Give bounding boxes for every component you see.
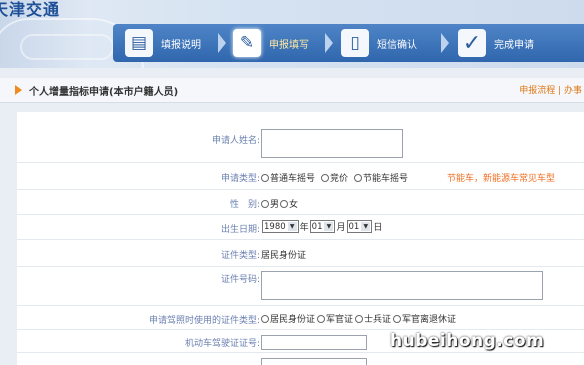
- birth-date-row: 出生日期: 1980 ▼ 年 01 ▼ 月 01 ▼ 日: [17, 215, 584, 240]
- next-row-partial: [17, 353, 584, 365]
- gender-options: 男 女: [261, 197, 304, 210]
- step-separator: [218, 33, 226, 53]
- license-number-input[interactable]: [261, 335, 367, 350]
- chevron-down-icon: ▼: [361, 222, 371, 231]
- step-instructions[interactable]: ▤ 填报说明: [125, 24, 201, 62]
- option-text: 节能车摇号: [363, 174, 409, 184]
- process-links[interactable]: 申报流程 | 办事: [519, 83, 582, 96]
- step-separator: [441, 33, 449, 53]
- license-id-type-options: 居民身份证 军官证 士兵证 军官离退休证: [261, 312, 462, 325]
- option-text: 女: [289, 200, 299, 210]
- next-input-partial[interactable]: [261, 358, 367, 365]
- page-title: 个人增量指标申请(本市户籍人员): [29, 87, 179, 98]
- checkmark-icon: ✓: [458, 29, 486, 57]
- arrow-right-icon: [15, 85, 22, 95]
- step-fill-form[interactable]: ✎ 申报填写: [233, 24, 309, 62]
- name-label: 申请人姓名:: [211, 136, 260, 146]
- type-option-bidding[interactable]: 竞价: [321, 171, 348, 184]
- site-logo: 天津交通: [0, 0, 61, 19]
- month-unit: 月: [336, 223, 346, 233]
- id-number-row: 证件号码:: [17, 267, 584, 306]
- radio-icon: [317, 314, 326, 323]
- step-separator: [325, 33, 333, 53]
- license-id-type-row: 申请驾照时使用的证件类型: 居民身份证 军官证 士兵证 军官离退休证: [17, 306, 584, 330]
- form-edit-icon: ✎: [233, 29, 261, 57]
- id-number-label: 证件号码:: [220, 275, 260, 285]
- type-option-normal-lottery[interactable]: 普通车摇号: [261, 171, 315, 184]
- option-text: 居民身份证: [270, 315, 316, 325]
- radio-icon: [261, 314, 269, 323]
- step-sms-confirm[interactable]: ▯ 短信确认: [341, 24, 417, 62]
- year-unit: 年: [299, 223, 309, 233]
- license-id-option-resident-id[interactable]: 居民身份证: [261, 312, 315, 325]
- radio-icon: [393, 314, 402, 323]
- license-id-option-retired-officer[interactable]: 军官离退休证: [393, 312, 456, 325]
- radio-icon: [261, 199, 269, 208]
- select-value: 01: [311, 221, 323, 232]
- application-form: 申请人姓名: 申请类型: 普通车摇号 竞价 节能车摇号 节能车，新能源车常见车型…: [17, 112, 584, 365]
- license-id-option-soldier[interactable]: 士兵证: [355, 312, 391, 325]
- car-window-graphic: [20, 34, 114, 60]
- license-id-type-label: 申请驾照时使用的证件类型:: [148, 316, 260, 326]
- birth-date-label: 出生日期:: [220, 225, 260, 235]
- application-type-label: 申请类型:: [220, 174, 260, 184]
- gender-row: 性 别: 男 女: [17, 190, 584, 215]
- radio-icon: [354, 173, 363, 182]
- option-text: 军官离退休证: [402, 315, 457, 325]
- radio-icon: [321, 173, 330, 182]
- birth-day-select[interactable]: 01 ▼: [346, 220, 373, 233]
- birth-month-select[interactable]: 01 ▼: [309, 220, 336, 233]
- document-icon: ▤: [125, 29, 153, 57]
- gender-label: 性 别:: [229, 200, 260, 210]
- license-number-label: 机动车驾驶证证号:: [184, 339, 260, 349]
- option-text: 士兵证: [364, 315, 392, 325]
- step-label: 申报填写: [269, 39, 309, 51]
- name-row: 申请人姓名:: [17, 112, 584, 163]
- type-option-eco-lottery[interactable]: 节能车摇号: [354, 171, 408, 184]
- eco-car-hint-link[interactable]: 节能车，新能源车常见车型: [447, 171, 555, 184]
- name-input[interactable]: [261, 129, 403, 158]
- option-text: 竞价: [330, 174, 349, 184]
- birth-date-selects: 1980 ▼ 年 01 ▼ 月 01 ▼ 日: [261, 220, 382, 233]
- radio-icon: [355, 314, 364, 323]
- step-label: 填报说明: [161, 39, 201, 51]
- section-title-bar: 个人增量指标申请(本市户籍人员) 申报流程 | 办事: [0, 78, 584, 103]
- step-label: 短信确认: [377, 39, 417, 51]
- chevron-down-icon: ▼: [287, 222, 297, 231]
- id-type-value: 居民身份证: [261, 251, 307, 261]
- chevron-down-icon: ▼: [324, 222, 334, 231]
- id-type-row: 证件类型: 居民身份证: [17, 240, 584, 267]
- option-text: 普通车摇号: [270, 174, 316, 184]
- message-icon: ▯: [341, 29, 369, 57]
- step-complete[interactable]: ✓ 完成申请: [458, 24, 534, 62]
- progress-steps: ▤ 填报说明 ✎ 申报填写 ▯ 短信确认 ✓ 完成申请: [113, 24, 584, 62]
- id-number-input[interactable]: [261, 271, 543, 300]
- step-label: 完成申请: [494, 39, 534, 51]
- gender-option-male[interactable]: 男: [261, 197, 279, 210]
- license-id-option-officer[interactable]: 军官证: [317, 312, 353, 325]
- option-text: 军官证: [326, 315, 354, 325]
- watermark-text: hubeihong.com: [390, 331, 545, 351]
- application-type-options: 普通车摇号 竞价 节能车摇号: [261, 171, 414, 184]
- header-banner: 天津交通 ▤ 填报说明 ✎ 申报填写 ▯ 短信确认 ✓ 完成申请: [0, 0, 584, 68]
- application-type-row: 申请类型: 普通车摇号 竞价 节能车摇号 节能车，新能源车常见车型: [17, 163, 584, 190]
- gender-option-female[interactable]: 女: [280, 197, 298, 210]
- day-unit: 日: [373, 223, 383, 233]
- option-text: 男: [270, 200, 280, 210]
- select-value: 1980: [264, 221, 286, 232]
- birth-year-select[interactable]: 1980 ▼: [262, 220, 299, 233]
- id-type-label: 证件类型:: [220, 251, 260, 261]
- select-value: 01: [348, 221, 360, 232]
- radio-icon: [261, 173, 269, 182]
- radio-icon: [280, 199, 289, 208]
